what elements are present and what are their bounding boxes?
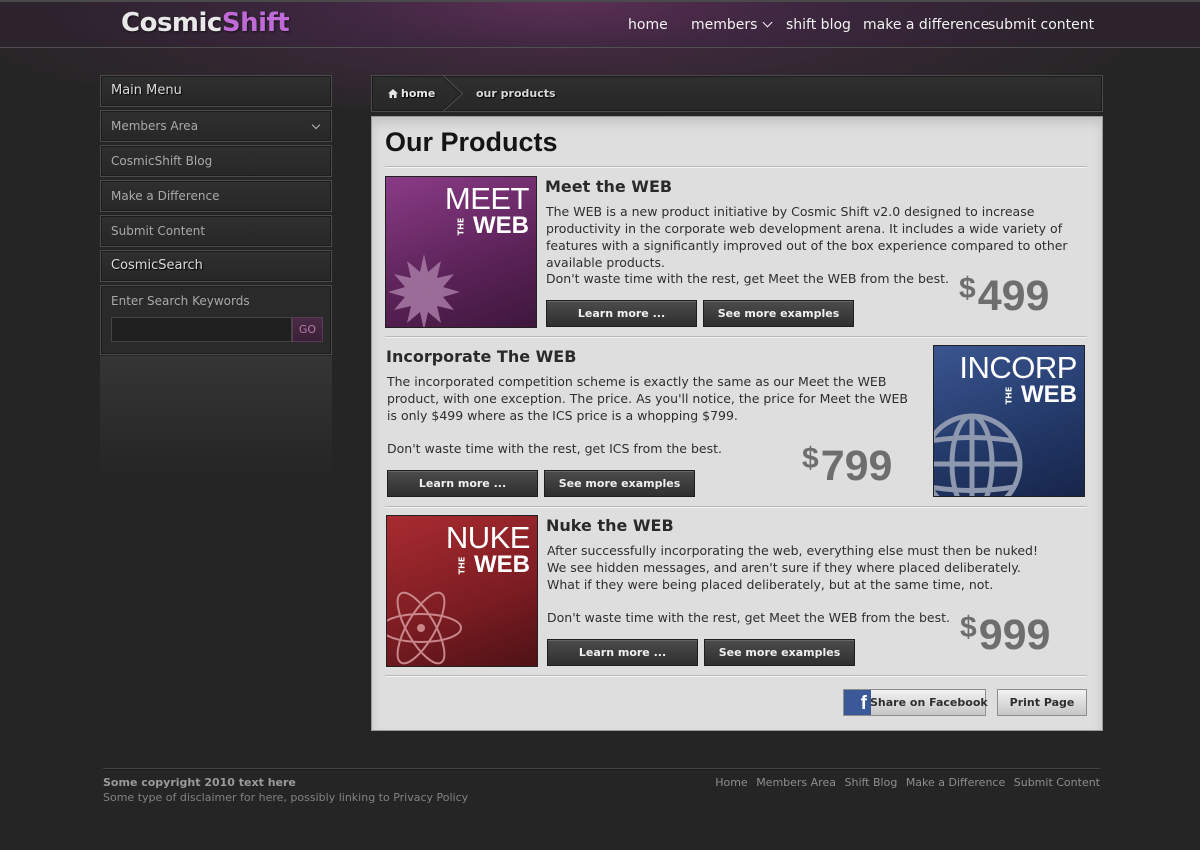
top-navigation: home members shift blog make a differenc… <box>0 17 1200 37</box>
chevron-down-icon <box>311 120 321 130</box>
footer-link-submit-content[interactable]: Submit Content <box>1014 776 1100 789</box>
product-description: The incorporated competition scheme is e… <box>387 374 908 423</box>
product-thumbnail[interactable]: MEET THE WEB <box>385 176 537 328</box>
nav-members-label: members <box>691 17 758 33</box>
divider <box>385 336 1087 338</box>
sidebar-heading-label: CosmicSearch <box>111 258 203 273</box>
thumbnail-the: THE <box>456 217 466 236</box>
thumbnail-web: WEB <box>473 212 529 239</box>
footer-link-shift-blog[interactable]: Shift Blog <box>844 776 897 789</box>
product-tagline: Don't waste time with the rest, get Meet… <box>547 610 950 625</box>
price-currency: $ <box>959 272 976 305</box>
product-price: $799 <box>802 442 892 491</box>
see-more-examples-button[interactable]: See more examples <box>704 639 855 666</box>
divider <box>385 506 1087 508</box>
see-more-examples-button[interactable]: See more examples <box>544 470 695 497</box>
price-value: 499 <box>977 272 1050 320</box>
chevron-down-icon <box>763 17 773 28</box>
search-label: Enter Search Keywords <box>111 294 250 308</box>
nav-submit-content[interactable]: submit content <box>988 17 1094 33</box>
search-go-button[interactable]: GO <box>292 317 323 342</box>
product-price: $499 <box>959 272 1049 321</box>
share-label: Share on Facebook <box>870 696 988 709</box>
sidebar-item-label: Make a Difference <box>111 189 220 203</box>
main-content: Our Products MEET THE WEB Meet the WEB T… <box>371 116 1103 731</box>
product-thumbnail[interactable]: INCORP THE WEB <box>933 345 1085 497</box>
price-value: 799 <box>820 442 893 490</box>
nav-make-a-difference[interactable]: make a difference <box>863 17 989 33</box>
thumbnail-the: THE <box>457 556 467 575</box>
sidebar-item-blog[interactable]: CosmicShift Blog <box>100 145 332 177</box>
search-panel: Enter Search Keywords GO <box>100 285 332 355</box>
product-thumbnail[interactable]: NUKE THE WEB <box>386 515 538 667</box>
sidebar-main-menu-heading: Main Menu <box>100 75 332 107</box>
footer-link-home[interactable]: Home <box>715 776 747 789</box>
footer-divider-shadow <box>103 769 1100 770</box>
product-tagline: Don't waste time with the rest, get ICS … <box>387 441 722 456</box>
facebook-icon: f <box>844 690 871 715</box>
sidebar-heading-label: Main Menu <box>111 83 182 98</box>
price-currency: $ <box>802 442 819 475</box>
sidebar-item-label: Members Area <box>111 119 199 133</box>
divider <box>385 166 1087 168</box>
sidebar-item-members-area[interactable]: Members Area <box>100 110 332 142</box>
breadcrumb-home[interactable]: home <box>388 87 435 100</box>
product-description: The WEB is a new product initiative by C… <box>546 204 1068 270</box>
product-title[interactable]: Incorporate The WEB <box>386 347 576 366</box>
product-title[interactable]: Meet the WEB <box>545 177 672 196</box>
footer-link-members-area[interactable]: Members Area <box>756 776 836 789</box>
thumbnail-the: THE <box>1004 386 1014 405</box>
footer-disclaimer[interactable]: Some type of disclaimer for here, possib… <box>103 791 468 804</box>
footer-links: Home Members Area Shift Blog Make a Diff… <box>710 776 1100 789</box>
footer-copyright: Some copyright 2010 text here <box>103 776 296 789</box>
sidebar-item-make-a-difference[interactable]: Make a Difference <box>100 180 332 212</box>
sidebar-fade-panel <box>100 356 332 476</box>
divider <box>385 675 1087 677</box>
price-currency: $ <box>960 611 977 644</box>
breadcrumb-separator-icon <box>442 76 464 111</box>
nav-home[interactable]: home <box>628 17 668 33</box>
breadcrumb-home-label: home <box>401 87 436 100</box>
sidebar-item-label: CosmicShift Blog <box>111 154 213 168</box>
learn-more-button[interactable]: Learn more ... <box>546 300 697 327</box>
nav-shift-blog[interactable]: shift blog <box>786 17 851 33</box>
site-header: CosmicShift home members shift blog make… <box>0 0 1200 48</box>
learn-more-button[interactable]: Learn more ... <box>547 639 698 666</box>
sidebar-search-heading: CosmicSearch <box>100 250 332 282</box>
sidebar-item-label: Submit Content <box>111 224 206 238</box>
thumbnail-web: WEB <box>474 551 530 578</box>
nav-members[interactable]: members <box>691 17 773 33</box>
product-title[interactable]: Nuke the WEB <box>546 516 674 535</box>
footer-link-make-a-difference[interactable]: Make a Difference <box>906 776 1005 789</box>
share-on-facebook-button[interactable]: f Share on Facebook <box>843 689 988 716</box>
search-input[interactable] <box>111 317 292 342</box>
breadcrumb-current: our products <box>476 87 556 100</box>
product-description: After successfully incorporating the web… <box>547 543 1038 592</box>
print-page-button[interactable]: Print Page <box>997 689 1087 716</box>
learn-more-button[interactable]: Learn more ... <box>387 470 538 497</box>
sidebar-item-submit-content[interactable]: Submit Content <box>100 215 332 247</box>
thumbnail-web: WEB <box>1021 381 1077 408</box>
page-title: Our Products <box>385 127 558 157</box>
see-more-examples-button[interactable]: See more examples <box>703 300 854 327</box>
product-price: $999 <box>960 611 1050 660</box>
breadcrumb: home our products <box>371 75 1103 112</box>
price-value: 999 <box>978 611 1051 659</box>
product-tagline: Don't waste time with the rest, get Meet… <box>546 271 949 286</box>
home-icon <box>388 89 398 98</box>
